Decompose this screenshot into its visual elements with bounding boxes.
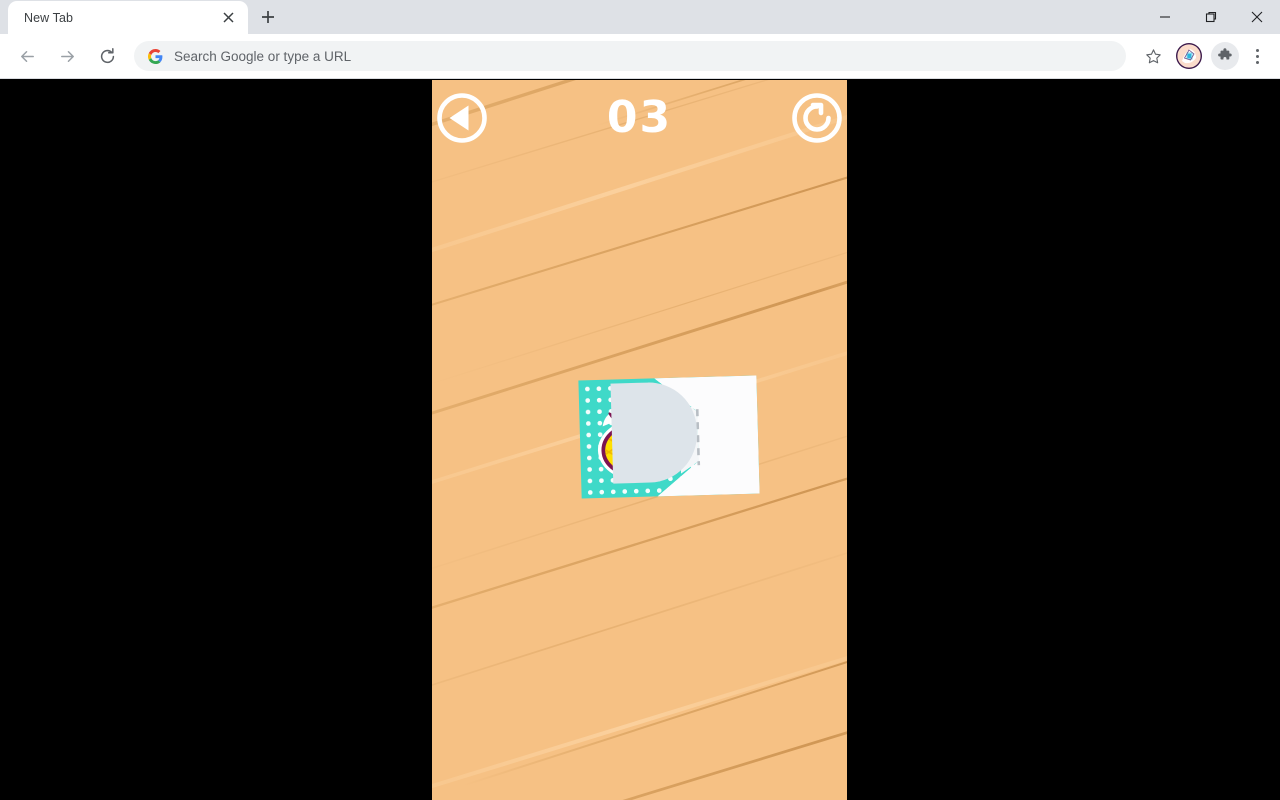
minimize-button[interactable] [1142, 0, 1188, 34]
menu-dot [1255, 60, 1259, 64]
omnibox-placeholder-text: Search Google or type a URL [174, 48, 352, 64]
bookmark-button[interactable] [1138, 41, 1168, 71]
memory-card[interactable] [578, 375, 760, 499]
close-icon[interactable] [218, 8, 238, 28]
window-close-button[interactable] [1234, 0, 1280, 34]
tab-strip: New Tab [0, 0, 1280, 34]
browser-tab-new-tab[interactable]: New Tab [8, 1, 248, 34]
three-dot-menu-button[interactable] [1244, 41, 1270, 71]
forward-button[interactable] [51, 40, 83, 72]
forward-arrow-icon [60, 50, 74, 62]
game-viewport[interactable]: 03 [432, 80, 847, 800]
pineapple-character-icon [597, 397, 678, 481]
omnibox[interactable]: Search Google or type a URL [134, 41, 1126, 71]
profile-avatar-icon [1176, 43, 1202, 69]
back-button[interactable] [11, 40, 43, 72]
window-close-icon [1251, 11, 1263, 23]
level-counter: 03 [606, 92, 673, 143]
reload-button[interactable] [91, 40, 123, 72]
window-controls [1142, 0, 1280, 34]
page-content-area: 03 [0, 80, 1280, 800]
extensions-button[interactable] [1211, 42, 1239, 70]
profile-avatar[interactable] [1176, 43, 1202, 69]
plus-icon [262, 11, 274, 23]
tab-title: New Tab [24, 10, 74, 25]
star-icon [1145, 48, 1161, 63]
new-tab-button[interactable] [254, 3, 282, 31]
restart-circular-arrow-icon [792, 93, 842, 143]
puzzle-piece-icon [1218, 48, 1232, 60]
minimize-icon [1160, 16, 1170, 18]
game-topbar: 03 [432, 80, 847, 155]
browser-toolbar: Search Google or type a URL [0, 34, 1280, 79]
restart-button-game[interactable] [790, 91, 844, 145]
back-arrow-icon [20, 50, 34, 62]
browser-window: New Tab Search Google or type a URL 03 [0, 0, 1280, 800]
maximize-button[interactable] [1188, 0, 1234, 34]
card-face-pineapple [578, 375, 760, 499]
reload-icon [100, 47, 114, 63]
maximize-restore-icon [1205, 11, 1217, 23]
google-g-icon [148, 48, 163, 64]
menu-dot [1255, 48, 1259, 52]
menu-dot [1255, 54, 1259, 58]
